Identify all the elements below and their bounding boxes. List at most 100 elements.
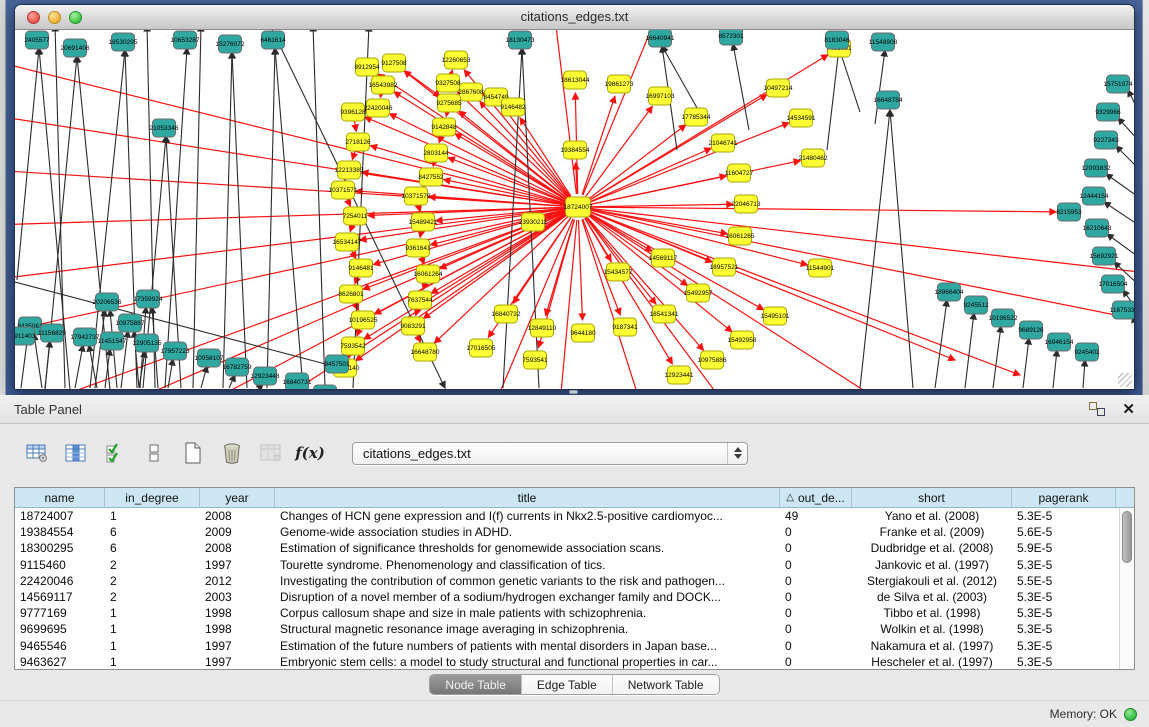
table-cell: 6	[105, 541, 200, 555]
function-builder-icon[interactable]: f(x)	[297, 439, 323, 467]
graph-edge	[418, 205, 420, 212]
network-window-titlebar[interactable]: citations_edges.txt	[15, 5, 1134, 30]
table-panel-header: Table Panel ✕	[0, 395, 1149, 424]
graph-node-label: 18530295	[109, 39, 138, 46]
table-cell: 2012	[200, 574, 275, 588]
graph-node-label: 9146482	[500, 104, 526, 111]
show-column-icon[interactable]	[63, 439, 89, 467]
table-cell: Nakamura et al. (1997)	[852, 639, 1012, 653]
table-cell: Franke et al. (2009)	[852, 525, 1012, 539]
memory-status-label: Memory: OK	[1050, 707, 1117, 721]
graph-edge	[420, 231, 421, 237]
network-canvas[interactable]: 8912954165439822242004693961282718126122…	[15, 30, 1134, 389]
table-cell: 2009	[200, 525, 275, 539]
table-row[interactable]: 969969511998Structural magnetic resonanc…	[15, 621, 1119, 637]
graph-node-label: 16534147	[333, 239, 362, 246]
row-height-icon[interactable]	[141, 439, 167, 467]
graph-node-label: 12093832	[1082, 165, 1111, 172]
graph-node-label: 8626801	[338, 291, 364, 298]
graph-node-label: 9227343	[1093, 137, 1119, 144]
table-row[interactable]: 1872400712008Changes of HCN gene express…	[15, 508, 1119, 524]
scrollbar-thumb[interactable]	[1122, 511, 1132, 563]
table-cell: Genome-wide association studies in ADHD.	[275, 525, 780, 539]
graph-node-label: 12444154	[1080, 193, 1109, 200]
column-header-in_degree[interactable]: in_degree	[105, 488, 200, 507]
graph-edge	[965, 313, 974, 388]
tab-node-table[interactable]: Node Table	[430, 675, 521, 694]
network-table-selector[interactable]: citations_edges.txt	[352, 442, 748, 465]
graph-node-label: 12923448	[251, 373, 280, 380]
column-header-short[interactable]: short	[852, 488, 1012, 507]
tab-edge-table[interactable]: Edge Table	[521, 675, 612, 694]
table-cell: Yano et al. (2008)	[852, 509, 1012, 523]
table-row[interactable]: 1938455462009Genome-wide association stu…	[15, 524, 1119, 540]
table-cell: 0	[780, 655, 852, 669]
table-cell: Jankovic et al. (1997)	[852, 558, 1012, 572]
table-cell: 5.3E-5	[1012, 590, 1116, 604]
table-settings-icon[interactable]	[24, 439, 50, 467]
graph-node-label: 9245401	[1074, 349, 1100, 356]
graph-node-label: 12213383	[335, 167, 364, 174]
column-header-year[interactable]: year	[200, 488, 275, 507]
table-row[interactable]: 911546021997Tourette syndrome. Phenomeno…	[15, 557, 1119, 573]
table-row[interactable]: 946362711997Embryonic stem cells: a mode…	[15, 654, 1119, 669]
graph-node-label: 10653287	[171, 37, 200, 44]
network-view-window[interactable]: citations_edges.txt 89129541654398222420…	[14, 4, 1135, 390]
table-cell: 1997	[200, 639, 275, 653]
graph-node-label: 11548908	[869, 39, 898, 46]
table-row[interactable]: 1456911722003Disruption of a novel membe…	[15, 589, 1119, 605]
graph-node[interactable]	[314, 385, 337, 389]
graph-node-label: 15751074	[1104, 81, 1133, 88]
graph-node-label: 19861273	[605, 81, 634, 88]
table-row[interactable]: 946554611997Estimation of the future num…	[15, 638, 1119, 654]
column-header-pagerank[interactable]: pagerank	[1012, 488, 1116, 507]
graph-edge	[555, 30, 576, 194]
column-header-name[interactable]: name	[15, 488, 105, 507]
column-header-out_de[interactable]: △out_de...	[780, 488, 852, 507]
trash-icon[interactable]	[219, 439, 245, 467]
tab-network-table[interactable]: Network Table	[612, 675, 719, 694]
table-scrollbar[interactable]	[1119, 508, 1134, 669]
select-columns-icon[interactable]	[102, 439, 128, 467]
graph-node-label: 8912954	[354, 64, 380, 71]
graph-node-label: 7254011	[343, 213, 368, 220]
graph-node-label: 10196522	[989, 315, 1018, 322]
window-resize-grip[interactable]	[1118, 373, 1132, 387]
splitter-handle[interactable]	[569, 390, 578, 394]
graph-node-label: 8183046	[824, 37, 850, 44]
table-cell: 2	[105, 558, 200, 572]
network-window-title: citations_edges.txt	[15, 9, 1134, 24]
graph-node-label: 9127508	[381, 60, 407, 67]
table-cell: 1	[105, 655, 200, 669]
graph-node-label: 9327508	[435, 80, 461, 87]
table-cell: 1	[105, 639, 200, 653]
new-document-icon[interactable]	[180, 439, 206, 467]
graph-edge	[193, 30, 201, 388]
graph-edge	[1053, 350, 1057, 388]
close-panel-icon[interactable]: ✕	[1122, 402, 1135, 417]
table-cell: 5.3E-5	[1012, 606, 1116, 620]
table-cell: Estimation of the future numbers of pati…	[275, 639, 780, 653]
table-cell: 18724007	[15, 509, 105, 523]
graph-edge	[480, 102, 569, 198]
table-row[interactable]: 2242004622012Investigating the contribut…	[15, 573, 1119, 589]
graph-edge	[1133, 316, 1134, 340]
graph-node-label: 16543982	[369, 82, 398, 89]
table-cell: 2003	[200, 590, 275, 604]
graph-node-label: 15489421	[409, 219, 438, 226]
graph-node-label: 16648784	[874, 97, 903, 104]
table-cell: 5.9E-5	[1012, 541, 1116, 555]
float-panel-icon[interactable]	[1088, 401, 1106, 417]
network-graph: 8912954165439822242004693961282718126122…	[15, 30, 1134, 389]
table-row[interactable]: 977716911998Corpus callosum shape and si…	[15, 605, 1119, 621]
table-cell: Embryonic stem cells: a model to study s…	[275, 655, 780, 669]
table-cell: 1	[105, 606, 200, 620]
graph-edge	[354, 121, 356, 131]
column-header-title[interactable]: title	[275, 488, 780, 507]
graph-node-label: 7593541	[522, 357, 548, 364]
table-cell: 1	[105, 509, 200, 523]
graph-node-label: 18724007	[564, 204, 593, 211]
table-row[interactable]: 1830029562008Estimation of significance …	[15, 540, 1119, 556]
graph-node-label: 10975887	[116, 320, 145, 327]
graph-edge	[560, 220, 577, 389]
